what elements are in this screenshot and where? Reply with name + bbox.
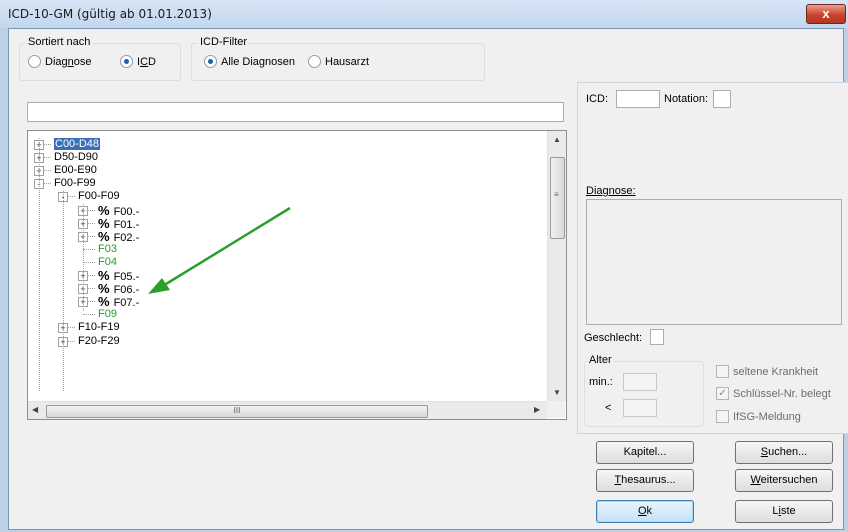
weitersuchen-button[interactable]: Weitersuchen (735, 469, 833, 492)
checkbox-box (716, 365, 729, 378)
kapitel-button[interactable]: Kapitel... (596, 441, 694, 464)
thesaurus-button[interactable]: Thesaurus... (596, 469, 694, 492)
min-age-field[interactable] (623, 373, 657, 391)
diagnose-field (586, 199, 842, 325)
dialog-window: ICD-10-GM (gültig ab 01.01.2013) x Sorti… (0, 0, 848, 532)
liste-button[interactable]: Liste (735, 500, 833, 523)
max-label: < (605, 402, 612, 414)
check-icon: ✓ (716, 387, 729, 400)
ok-button[interactable]: Ok (596, 500, 694, 523)
checkbox-label: seltene Krankheit (733, 365, 818, 378)
notation-field (713, 90, 731, 108)
max-age-field[interactable] (623, 399, 657, 417)
checkbox-label: IfSG-Meldung (733, 410, 801, 423)
schluessel-nr-checkbox[interactable]: ✓ Schlüssel-Nr. belegt (716, 387, 831, 400)
diagnose-label: Diagnose: (586, 185, 636, 197)
notation-label: Notation: (664, 93, 709, 105)
icd-field (616, 90, 660, 108)
checkbox-label: Schlüssel-Nr. belegt (733, 387, 831, 400)
alter-label: Alter (587, 354, 614, 366)
geschlecht-field (650, 329, 664, 345)
suchen-button[interactable]: Suchen... (735, 441, 833, 464)
ifsg-meldung-checkbox[interactable]: IfSG-Meldung (716, 410, 801, 423)
checkbox-box (716, 410, 729, 423)
icd-label: ICD: (586, 93, 608, 105)
geschlecht-label: Geschlecht: (584, 332, 643, 344)
alter-group: Alter min.: < (584, 354, 704, 427)
detail-panel: ICD: Notation: Diagnose: Geschlecht: Alt… (577, 82, 848, 434)
min-label: min.: (589, 376, 613, 388)
seltene-krankheit-checkbox[interactable]: seltene Krankheit (716, 365, 818, 378)
